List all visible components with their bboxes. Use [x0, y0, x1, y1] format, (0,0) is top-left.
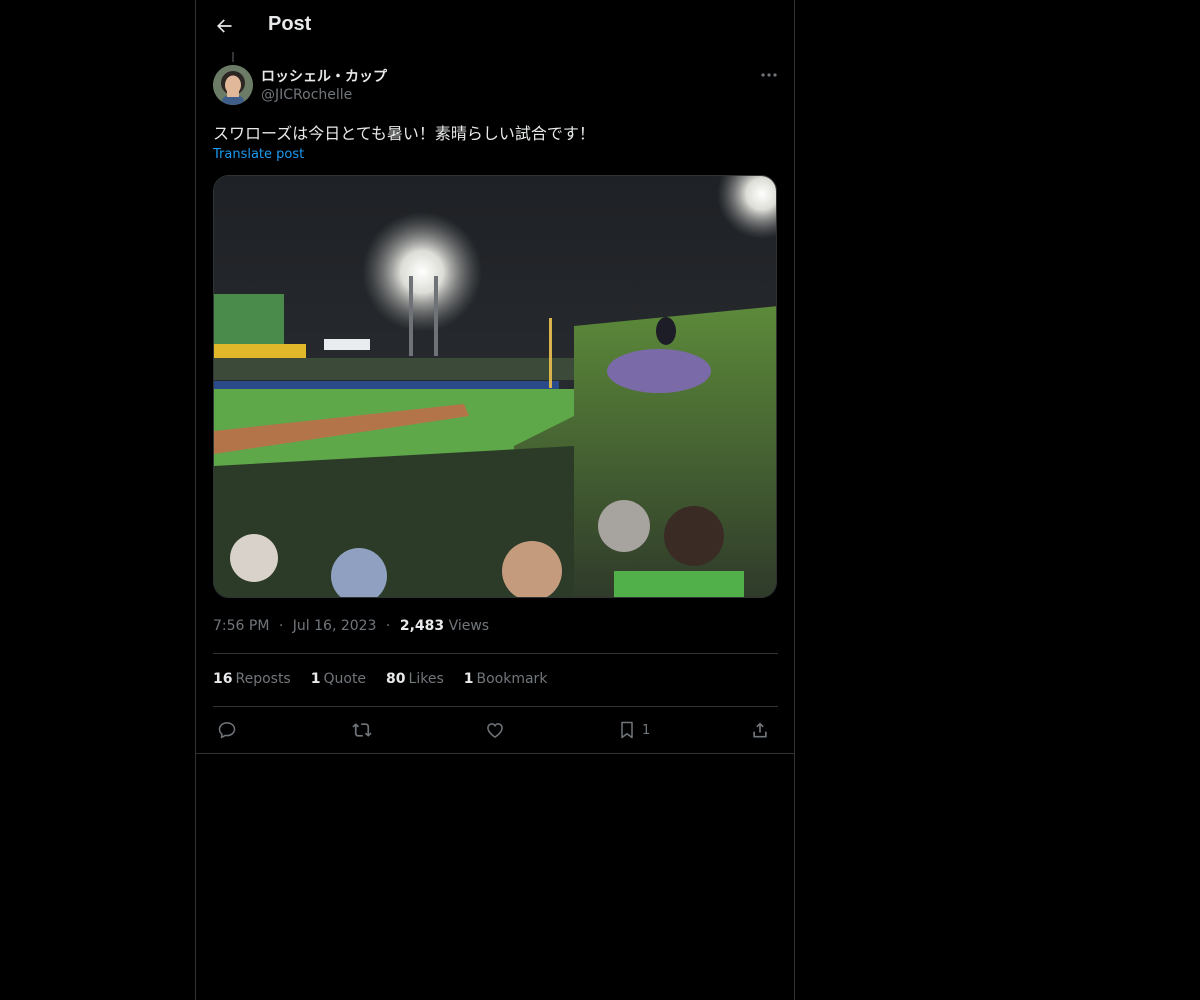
post-media-image[interactable]: [213, 175, 777, 598]
author-handle[interactable]: @JICRochelle: [261, 87, 352, 103]
reply-icon: [218, 722, 236, 739]
arrow-left-icon: [217, 19, 232, 33]
views-label: Views: [448, 618, 490, 634]
views-count: 2,483: [399, 618, 445, 634]
thread-line: [232, 52, 234, 62]
stat-bookmarks[interactable]: 1 Bookmark: [464, 671, 548, 687]
stat-likes[interactable]: 80 Likes: [386, 671, 444, 687]
post-text: スワローズは今日とても暑い！素晴らしい試合です！: [213, 124, 595, 143]
stat-label: Bookmark: [476, 671, 548, 687]
header: Post: [196, 0, 794, 53]
stat-count: 1: [463, 671, 474, 687]
post-time[interactable]: 7:56 PM: [213, 618, 269, 634]
bookmark-icon: [621, 721, 633, 739]
meta-separator: ·: [385, 618, 391, 634]
like-button[interactable]: [485, 715, 505, 745]
heart-icon: [487, 723, 503, 738]
stat-count: 16: [213, 671, 233, 687]
avatar-image: [213, 65, 253, 105]
stat-count: 80: [386, 671, 406, 687]
author-name[interactable]: ロッシェル・カップ: [261, 66, 387, 86]
bookmark-button[interactable]: 1: [618, 715, 650, 745]
more-icon: [761, 73, 777, 77]
page-title: Post: [268, 13, 312, 35]
more-options-button[interactable]: [756, 64, 782, 86]
translate-post-link[interactable]: Translate post: [213, 147, 304, 162]
stat-reposts[interactable]: 16 Reposts: [213, 671, 291, 687]
share-button[interactable]: [750, 715, 770, 745]
meta-separator: ·: [278, 618, 284, 634]
divider: [213, 653, 778, 654]
bookmark-count: 1: [642, 722, 651, 738]
stat-quotes[interactable]: 1 Quote: [311, 671, 366, 687]
divider: [213, 706, 778, 707]
post-column: Post ロッシェル・カップ @JICRochelle スワローズは今日とても暑…: [195, 0, 795, 1000]
avatar[interactable]: [213, 65, 253, 105]
stat-count: 1: [310, 671, 321, 687]
post-actions: 1: [213, 715, 778, 745]
post-date[interactable]: Jul 16, 2023: [293, 618, 377, 634]
share-icon: [753, 722, 767, 738]
stat-label: Likes: [408, 671, 444, 687]
repost-icon: [352, 723, 372, 737]
stat-label: Quote: [323, 671, 367, 687]
post-meta: 7:56 PM · Jul 16, 2023 · 2,483 Views: [213, 618, 489, 634]
reply-button[interactable]: [217, 715, 237, 745]
divider: [196, 753, 794, 754]
stadium-photo: [214, 176, 776, 597]
post-stats: 16 Reposts 1 Quote 80 Likes 1 Bookmark: [213, 671, 547, 687]
stat-label: Reposts: [235, 671, 291, 687]
back-button[interactable]: [206, 8, 242, 44]
repost-button[interactable]: [351, 715, 373, 745]
